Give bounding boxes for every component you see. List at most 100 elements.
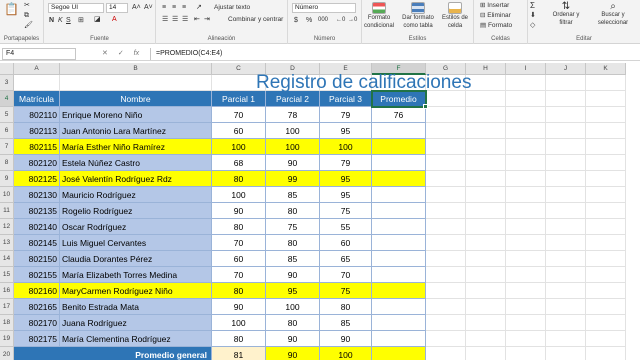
row-header-15[interactable]: 15 (0, 267, 14, 283)
active-cell-f4[interactable] (371, 90, 427, 108)
grid-cell[interactable] (586, 331, 626, 347)
underline-button[interactable]: S (66, 16, 71, 25)
record-p2-cell[interactable]: 90 (266, 331, 320, 347)
record-p3-cell[interactable]: 60 (320, 235, 372, 251)
format-table-button[interactable]: Dar formato como tabla (400, 2, 436, 30)
table-header-3[interactable]: Parcial 2 (266, 91, 320, 107)
record-p2-cell[interactable]: 90 (266, 347, 320, 360)
align-top-icon[interactable]: ≡ (162, 3, 166, 12)
format-button[interactable]: ▤ Formato (480, 21, 512, 30)
grid-cell[interactable] (586, 203, 626, 219)
record-name-cell[interactable]: Juan Antonio Lara Martínez (60, 123, 212, 139)
record-p3-cell[interactable]: 55 (320, 219, 372, 235)
record-id-cell[interactable]: 802155 (14, 267, 60, 283)
cell-styles-button[interactable]: Estilos de celda (440, 2, 470, 30)
column-header-h[interactable]: H (466, 63, 506, 75)
grid-cell[interactable] (506, 299, 546, 315)
grid-cell[interactable] (586, 267, 626, 283)
column-header-b[interactable]: B (60, 63, 212, 75)
column-header-j[interactable]: J (546, 63, 586, 75)
sort-filter-button[interactable]: ⇅ Ordenar y filtrar (546, 2, 586, 27)
row-header-4[interactable]: 4 (0, 91, 14, 107)
grid-cell[interactable] (466, 123, 506, 139)
grid-cell[interactable] (466, 283, 506, 299)
grid-cell[interactable] (426, 235, 466, 251)
record-p2-cell[interactable]: 85 (266, 187, 320, 203)
grid-cell[interactable] (426, 283, 466, 299)
grid-cell[interactable] (506, 155, 546, 171)
number-format-select[interactable]: Número (292, 3, 356, 13)
align-middle-icon[interactable]: ≡ (172, 3, 176, 12)
table-header-4[interactable]: Parcial 3 (320, 91, 372, 107)
record-name-cell[interactable]: María Esther Niño Ramírez (60, 139, 212, 155)
record-p1-cell[interactable]: 80 (212, 171, 266, 187)
record-name-cell[interactable]: Mauricio Rodríguez (60, 187, 212, 203)
align-center-icon[interactable]: ☰ (172, 15, 178, 24)
merge-center-button[interactable]: Combinar y centrar (228, 15, 283, 24)
grid-cell[interactable] (586, 75, 626, 91)
grid-cell[interactable] (14, 75, 60, 91)
grid-cell[interactable] (546, 107, 586, 123)
table-header-2[interactable]: Parcial 1 (212, 91, 266, 107)
record-p1-cell[interactable]: 100 (212, 187, 266, 203)
grid-cell[interactable] (60, 75, 212, 91)
grid-cell[interactable] (506, 107, 546, 123)
record-p3-cell[interactable]: 95 (320, 171, 372, 187)
record-name-cell[interactable]: Oscar Rodríguez (60, 219, 212, 235)
grid-cell[interactable] (426, 267, 466, 283)
fill-handle[interactable] (423, 104, 428, 109)
table-header-0[interactable]: Matrícula (14, 91, 60, 107)
grid-cell[interactable] (506, 187, 546, 203)
grid-cell[interactable] (466, 331, 506, 347)
record-p2-cell[interactable]: 80 (266, 235, 320, 251)
record-p2-cell[interactable]: 95 (266, 283, 320, 299)
record-p3-cell[interactable]: 95 (320, 187, 372, 203)
increase-font-icon[interactable]: A˄ (132, 3, 141, 12)
grid-cell[interactable] (546, 299, 586, 315)
grid-cell[interactable] (466, 347, 506, 360)
grid-cell[interactable] (426, 123, 466, 139)
record-name-cell[interactable]: MaryCarmen Rodríguez Niño (60, 283, 212, 299)
grid-cell[interactable] (466, 75, 506, 91)
record-avg-cell[interactable] (372, 155, 426, 171)
grid-cell[interactable] (426, 347, 466, 360)
grid-cell[interactable] (546, 251, 586, 267)
grid-cell[interactable] (506, 91, 546, 107)
grid-cell[interactable] (426, 331, 466, 347)
row-header-6[interactable]: 6 (0, 123, 14, 139)
column-header-a[interactable]: A (14, 63, 60, 75)
thousands-button[interactable]: 000 (318, 16, 328, 25)
record-avg-cell[interactable] (372, 187, 426, 203)
row-header-8[interactable]: 8 (0, 155, 14, 171)
grid-cell[interactable] (506, 139, 546, 155)
paste-icon[interactable]: 📋 (4, 2, 19, 16)
grid-cell[interactable] (506, 75, 546, 91)
record-p3-cell[interactable]: 79 (320, 155, 372, 171)
record-id-cell[interactable]: 802130 (14, 187, 60, 203)
record-p3-cell[interactable]: 70 (320, 267, 372, 283)
grid-cell[interactable] (466, 315, 506, 331)
record-avg-cell[interactable] (372, 235, 426, 251)
record-p1-cell[interactable]: 60 (212, 123, 266, 139)
grid-cell[interactable] (586, 299, 626, 315)
grid-cell[interactable] (426, 171, 466, 187)
table-header-1[interactable]: Nombre (60, 91, 212, 107)
cut-icon[interactable]: ✂ (24, 1, 30, 10)
grid-cell[interactable] (546, 331, 586, 347)
grid-cell[interactable] (506, 251, 546, 267)
grid-cell[interactable] (466, 187, 506, 203)
grid-cell[interactable] (426, 219, 466, 235)
record-id-cell[interactable]: 802110 (14, 107, 60, 123)
enter-icon[interactable]: ✓ (118, 50, 124, 57)
record-name-cell[interactable]: María Clementina Rodríguez (60, 331, 212, 347)
grid-cell[interactable] (426, 107, 466, 123)
grid-cell[interactable] (426, 139, 466, 155)
format-painter-icon[interactable]: 🖌 (24, 21, 33, 30)
copy-icon[interactable]: ⧉ (24, 11, 29, 20)
record-id-cell[interactable]: 802175 (14, 331, 60, 347)
record-p2-cell[interactable]: 90 (266, 155, 320, 171)
record-avg-cell[interactable] (372, 171, 426, 187)
record-p1-cell[interactable]: 100 (212, 139, 266, 155)
grid-cell[interactable] (466, 203, 506, 219)
grid-cell[interactable] (586, 107, 626, 123)
